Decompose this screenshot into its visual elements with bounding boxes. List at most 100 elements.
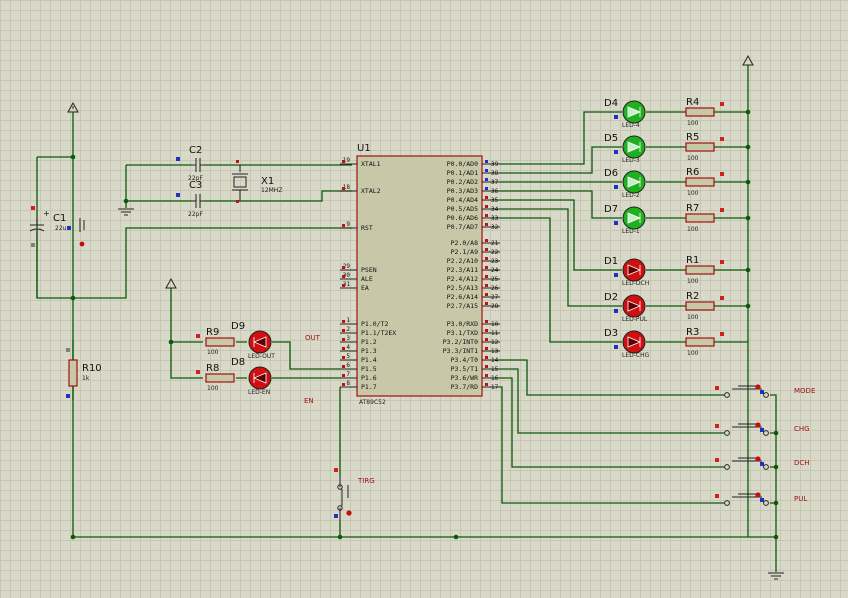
push-button-array: MODE CHG DCH PUL bbox=[715, 384, 815, 506]
resistor-value: 100 bbox=[687, 314, 699, 321]
pin-name: P1.3 bbox=[361, 347, 377, 355]
capacitor-c2[interactable]: C2 22pF bbox=[176, 145, 204, 182]
pin-name: P0.3/AD3 bbox=[447, 187, 478, 195]
mcu-pin-36: 36 P0.3/AD3 bbox=[447, 187, 500, 195]
pin-number: 38 bbox=[491, 170, 499, 177]
x1-ref: X1 bbox=[261, 176, 274, 187]
capacitor-c3[interactable]: C3 22pF bbox=[176, 180, 204, 218]
pin-name: P2.6/A14 bbox=[447, 293, 478, 301]
led-d9[interactable] bbox=[248, 330, 272, 354]
resistor-r8[interactable] bbox=[205, 373, 235, 383]
led-label: LED-3 bbox=[622, 157, 640, 164]
resistor-r5[interactable] bbox=[685, 142, 715, 152]
resistor-ref: R2 bbox=[686, 291, 699, 302]
push-button-dch[interactable]: DCH bbox=[715, 456, 810, 470]
pin-number: 39 bbox=[491, 161, 499, 168]
pin-name: P1.5 bbox=[361, 365, 377, 373]
led-d4[interactable] bbox=[622, 100, 646, 124]
pin-name: P0.6/AD6 bbox=[447, 214, 478, 222]
led-d6[interactable] bbox=[622, 170, 646, 194]
button-label: DCH bbox=[794, 459, 810, 467]
x1-value: 12MHZ bbox=[261, 187, 282, 194]
resistor-r4[interactable] bbox=[685, 107, 715, 117]
power-terminal-left bbox=[67, 101, 79, 113]
r10-value: 1k bbox=[82, 375, 90, 382]
pin-name: P3.5/T1 bbox=[451, 365, 478, 373]
led-d5[interactable] bbox=[622, 135, 646, 159]
resistor-value: 100 bbox=[687, 190, 699, 197]
resistor-value: 100 bbox=[687, 120, 699, 127]
mcu-pin-16: 16 P3.6/WR bbox=[451, 374, 500, 382]
resistor-r3[interactable] bbox=[685, 337, 715, 347]
led-d2-group: D2 LED-PUL R2 100 bbox=[604, 291, 724, 323]
resistor-r9[interactable] bbox=[205, 337, 235, 347]
c3-value: 22pF bbox=[188, 211, 203, 218]
resistor-r1[interactable] bbox=[685, 265, 715, 275]
pin-name: P1.2 bbox=[361, 338, 377, 346]
led-d7[interactable] bbox=[622, 206, 646, 230]
mcu-ref: U1 bbox=[357, 143, 371, 154]
trig-button[interactable]: TIRG bbox=[334, 468, 375, 520]
push-button-pul[interactable]: PUL bbox=[715, 492, 807, 506]
mcu-pin-26: 26 P2.5/A13 bbox=[447, 284, 500, 292]
led-ref: D7 bbox=[604, 204, 618, 215]
led-label: LED-1 bbox=[622, 228, 640, 235]
resistor-r6[interactable] bbox=[685, 177, 715, 187]
resistor-r2[interactable] bbox=[685, 301, 715, 311]
pin-number: 37 bbox=[491, 179, 499, 186]
pin-number: 22 bbox=[491, 249, 499, 256]
mcu-pin-11: 11 P3.1/TXD bbox=[447, 329, 500, 337]
pin-number: 23 bbox=[491, 258, 499, 265]
c1-plus-sign: + bbox=[43, 209, 50, 218]
pin-name: P2.4/A12 bbox=[447, 275, 478, 283]
mcu-pin-10: 10 P3.0/RXD bbox=[447, 320, 500, 328]
pin-number: 5 bbox=[346, 353, 350, 360]
led-label: LED-PUL bbox=[622, 316, 648, 323]
resistor-r7[interactable] bbox=[685, 213, 715, 223]
pin-name: P3.3/INT1 bbox=[443, 347, 478, 355]
pin-number: 16 bbox=[491, 375, 499, 382]
mcu-pin-22: 22 P2.1/A9 bbox=[451, 248, 500, 256]
pin-number: 8 bbox=[346, 380, 350, 387]
led-d1[interactable] bbox=[622, 258, 646, 282]
power-terminal-mid bbox=[165, 277, 177, 289]
pin-name: P1.4 bbox=[361, 356, 377, 364]
push-button-chg[interactable]: CHG bbox=[715, 422, 810, 436]
pin-number: 11 bbox=[491, 330, 499, 337]
pin-name: XTAL1 bbox=[361, 160, 381, 168]
resistor-ref: R1 bbox=[686, 255, 699, 266]
pin-name: P1.7 bbox=[361, 383, 377, 391]
led-d2[interactable] bbox=[622, 294, 646, 318]
pin-number: 35 bbox=[491, 197, 499, 204]
pin-name: P0.2/AD2 bbox=[447, 178, 478, 186]
resistor-ref: R9 bbox=[206, 327, 219, 338]
capacitor-c1[interactable]: C1 22u + bbox=[29, 206, 85, 247]
pin-number: 26 bbox=[491, 285, 499, 292]
resistor-ref: R3 bbox=[686, 327, 699, 338]
led-label: LED-CHG bbox=[622, 352, 650, 359]
pin-name: P2.2/A10 bbox=[447, 257, 478, 265]
ground-symbol-crystal bbox=[118, 208, 134, 216]
crystal-x1[interactable]: X1 12MHZ bbox=[232, 160, 282, 203]
pin-number: 6 bbox=[346, 362, 350, 369]
led-d1-group: D1 LED-DCH R1 100 bbox=[604, 255, 724, 287]
button-label: CHG bbox=[794, 425, 810, 433]
c2-ref: C2 bbox=[189, 145, 202, 156]
led-d3-group: D3 LED-CHG R3 100 bbox=[604, 327, 724, 359]
led-d3[interactable] bbox=[622, 330, 646, 354]
mcu-ic[interactable]: U1 AT89C52 19 XTAL118 XTAL29 RST29 PSEN30 ALE… bbox=[340, 143, 500, 406]
mcu-pin-39: 39 P0.0/AD0 bbox=[447, 160, 500, 168]
pin-number: 3 bbox=[346, 335, 350, 342]
pin-number: 15 bbox=[491, 366, 499, 373]
right-led-array: D4 LED-4 R4 100 D5 LED-3 R5 100 D6 LED-2 R6 100 D7 LE… bbox=[604, 97, 724, 359]
pin-name: P2.7/A15 bbox=[447, 302, 478, 310]
pin-number: 12 bbox=[491, 339, 499, 346]
push-button-mode[interactable]: MODE bbox=[715, 384, 815, 398]
resistor-r10[interactable]: R10 1k bbox=[66, 348, 102, 398]
r10-ref: R10 bbox=[82, 363, 102, 374]
resistor-value: 100 bbox=[687, 350, 699, 357]
pin-number: 7 bbox=[346, 371, 350, 378]
pin-name: P2.0/A8 bbox=[451, 239, 478, 247]
pin-number: 2 bbox=[346, 326, 350, 333]
led-d8[interactable] bbox=[248, 366, 272, 390]
